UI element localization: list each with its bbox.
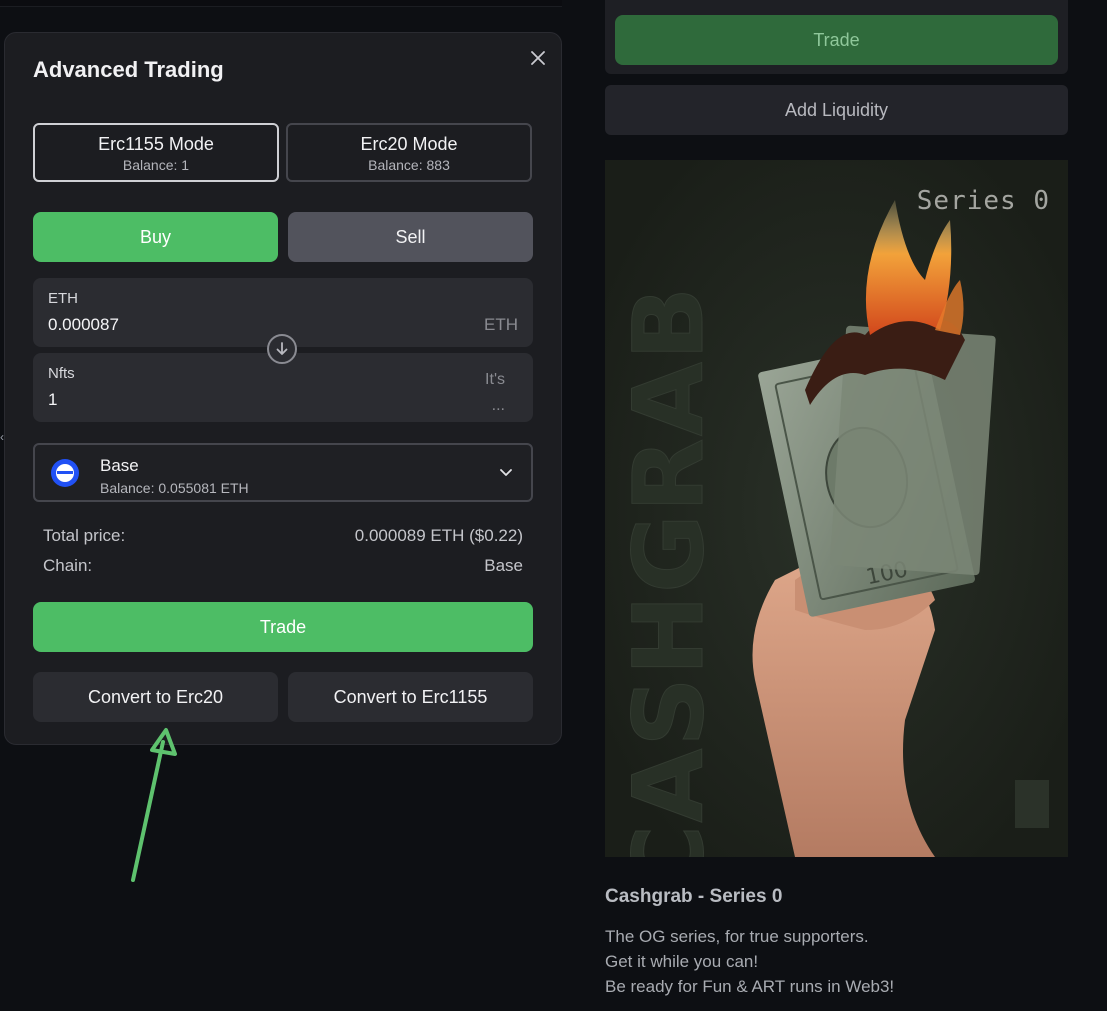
description-line: Be ready for Fun & ART runs in Web3! bbox=[605, 977, 895, 996]
chain-value: Base bbox=[484, 556, 523, 575]
eth-field-unit: ETH bbox=[484, 315, 518, 334]
close-icon[interactable] bbox=[527, 47, 549, 69]
sell-button[interactable]: Sell bbox=[288, 212, 533, 262]
artwork-vertical-label: CASHGRAB bbox=[613, 284, 726, 857]
chevron-down-icon bbox=[499, 465, 513, 483]
mode-label: Erc20 Mode bbox=[360, 133, 458, 154]
nfts-hint-line: It's bbox=[485, 371, 505, 388]
product-description: The OG series, for true supporters. Get … bbox=[605, 924, 894, 999]
total-price-label: Total price: bbox=[43, 526, 126, 545]
buy-button[interactable]: Buy bbox=[33, 212, 278, 262]
add-liquidity-button[interactable]: Add Liquidity bbox=[605, 85, 1068, 135]
chain-select[interactable]: Base Balance: 0.055081 ETH bbox=[33, 443, 533, 502]
nfts-field-hint: It's ... bbox=[485, 367, 505, 419]
trade-button-background[interactable]: Trade bbox=[615, 15, 1058, 65]
product-title: Cashgrab - Series 0 bbox=[605, 886, 783, 907]
convert-to-erc20-button[interactable]: Convert to Erc20 bbox=[33, 672, 278, 722]
chain-label: Chain: bbox=[43, 556, 93, 575]
mode-balance: Balance: 883 bbox=[368, 156, 450, 173]
eth-field-value[interactable]: 0.000087 bbox=[48, 315, 119, 335]
background-header-strip bbox=[0, 0, 562, 7]
erc20-mode-tab[interactable]: Erc20 Mode Balance: 883 bbox=[286, 123, 532, 182]
nft-artwork: 100 Series 0 CASHGRAB bbox=[605, 160, 1068, 857]
base-chain-logo bbox=[51, 459, 79, 487]
mode-balance: Balance: 1 bbox=[122, 156, 190, 173]
chain-name: Base bbox=[100, 456, 139, 475]
description-line: The OG series, for true supporters. bbox=[605, 927, 869, 946]
chain-balance: Balance: 0.055081 ETH bbox=[100, 480, 249, 496]
description-line: Get it while you can! bbox=[605, 952, 759, 971]
total-price-value: 0.000089 ETH ($0.22) bbox=[354, 526, 523, 545]
advanced-trading-modal: Advanced Trading Erc1155 Mode Balance: 1… bbox=[4, 32, 562, 745]
trade-button[interactable]: Trade bbox=[33, 602, 533, 652]
erc1155-mode-tab[interactable]: Erc1155 Mode Balance: 1 bbox=[33, 123, 279, 182]
mode-label: Erc1155 Mode bbox=[98, 133, 214, 154]
nfts-field-label: Nfts bbox=[48, 365, 75, 382]
convert-to-erc1155-button[interactable]: Convert to Erc1155 bbox=[288, 672, 533, 722]
arrow-down-circle-icon[interactable] bbox=[267, 334, 297, 364]
nfts-hint-line: ... bbox=[491, 397, 505, 414]
nfts-field-value[interactable]: 1 bbox=[48, 390, 57, 410]
eth-field-label: ETH bbox=[48, 290, 78, 307]
artwork-vertical-text: CASHGRAB bbox=[613, 284, 726, 857]
modal-title: Advanced Trading bbox=[33, 57, 224, 82]
total-price-row: Total price: 0.000089 ETH ($0.22) bbox=[43, 526, 523, 546]
artwork-series-text: Series 0 bbox=[916, 186, 1050, 216]
chain-row: Chain: Base bbox=[43, 556, 523, 576]
